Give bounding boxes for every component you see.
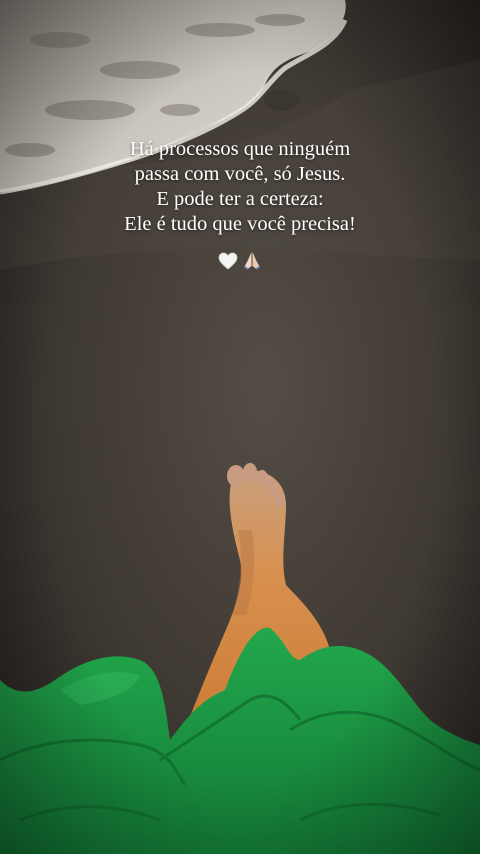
- story-caption: Há processos que ninguém passa com você,…: [0, 137, 480, 237]
- caption-line: E pode ter a certeza:: [156, 188, 324, 210]
- story-frame: Há processos que ninguém passa com você,…: [0, 0, 480, 854]
- caption-line: Ele é tudo que você precisa!: [124, 213, 356, 235]
- praying-hands-icon: [241, 250, 263, 272]
- emoji-row: [0, 250, 480, 272]
- vignette: [0, 0, 480, 854]
- beach-photo: [0, 0, 480, 854]
- white-heart-icon: [217, 250, 239, 272]
- caption-line: Há processos que ninguém: [129, 138, 351, 160]
- caption-line: passa com você, só Jesus.: [134, 163, 346, 185]
